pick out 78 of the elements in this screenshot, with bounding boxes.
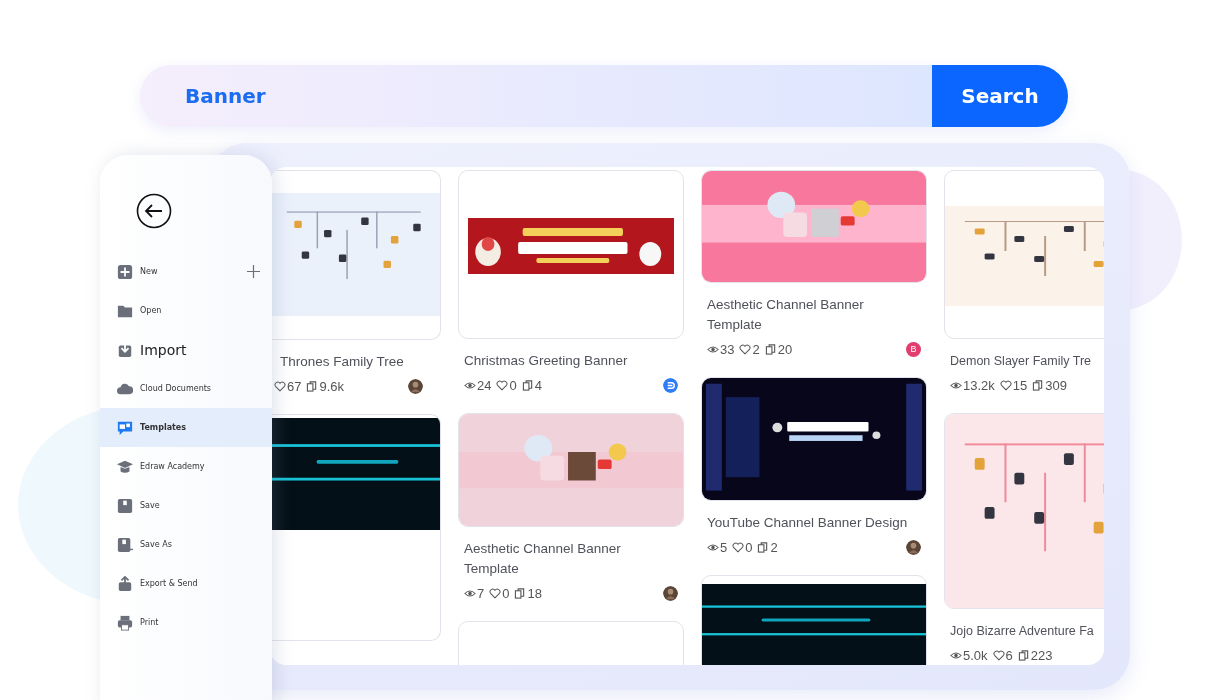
stat-count: 20: [777, 341, 793, 357]
sidebar-item[interactable]: Open: [100, 291, 272, 330]
copy-icon: [1032, 379, 1045, 391]
stat-count: 2: [770, 539, 778, 555]
template-title[interactable]: YouTube Channel Banner Design: [701, 513, 927, 533]
eye-icon: [950, 379, 962, 391]
sidebar-item[interactable]: Save As: [100, 525, 272, 564]
template-title[interactable]: Thrones Family Tree: [272, 352, 441, 372]
stat-count: 223: [1030, 647, 1053, 663]
printer-icon: [117, 614, 133, 631]
eye-icon: [464, 587, 476, 599]
template-thumbnail[interactable]: [458, 621, 684, 665]
sidebar-item[interactable]: Print: [100, 603, 272, 642]
stat-count: 67: [287, 378, 302, 394]
heart-icon: [992, 649, 1005, 661]
heart-icon: [739, 343, 752, 355]
heart-icon: [489, 587, 502, 599]
sidebar-item[interactable]: Templates: [100, 408, 272, 447]
copy-icon: [757, 541, 770, 553]
template-title[interactable]: Aesthetic Channel Banner Template: [458, 539, 684, 579]
stat-count: 33: [720, 341, 735, 357]
copy-icon: [306, 380, 319, 392]
stat-count: 15: [1012, 377, 1028, 393]
save-as-icon: [117, 536, 133, 553]
sidebar-item[interactable]: Export & Send: [100, 564, 272, 603]
template-title[interactable]: Jojo Bizarre Adventure Fa: [944, 621, 1104, 641]
copy-icon: [1017, 649, 1030, 661]
heart-icon: [496, 379, 509, 391]
add-icon[interactable]: [247, 265, 260, 278]
avatar: [408, 378, 423, 394]
search-button[interactable]: Search: [932, 65, 1068, 127]
stat-count: 0: [745, 539, 753, 555]
avatar: [663, 585, 678, 601]
template-title[interactable]: Christmas Greeting Banner: [458, 351, 684, 371]
stat-count: 5: [720, 539, 728, 555]
template-thumbnail[interactable]: [272, 170, 441, 340]
stat-count: 9.6k: [319, 378, 345, 394]
author-logo-icon: [663, 377, 678, 393]
sidebar-item[interactable]: Edraw Academy: [100, 447, 272, 486]
templates-icon: [117, 419, 133, 436]
stat-count: 0: [502, 585, 510, 601]
eye-icon: [950, 649, 962, 661]
copy-icon: [514, 587, 527, 599]
heart-icon: [732, 541, 745, 553]
template-thumbnail[interactable]: [272, 414, 441, 641]
heart-icon: [274, 380, 286, 392]
heart-icon: [999, 379, 1012, 391]
template-thumbnail[interactable]: [944, 170, 1104, 339]
stat-count: 7: [477, 585, 485, 601]
sidebar-item[interactable]: Cloud Documents: [100, 369, 272, 408]
new-file-icon: [117, 263, 133, 280]
stat-count: 18: [527, 585, 542, 601]
back-icon[interactable]: [136, 193, 172, 229]
save-icon: [117, 497, 133, 514]
stat-count: 24: [477, 377, 492, 393]
eye-icon: [707, 343, 719, 355]
sidebar-item[interactable]: Save: [100, 486, 272, 525]
search-field[interactable]: Banner: [140, 65, 932, 127]
template-title[interactable]: Demon Slayer Family Tre: [944, 351, 1104, 371]
avatar: [906, 539, 921, 555]
stat-count: 309: [1045, 377, 1067, 393]
stat-count: 0: [509, 377, 517, 393]
sidebar-item[interactable]: Import: [100, 330, 272, 369]
copy-icon: [521, 379, 534, 391]
export-icon: [117, 575, 133, 592]
avatar: B: [906, 341, 921, 357]
template-thumbnail[interactable]: [458, 170, 684, 339]
stat-count: 2: [752, 341, 760, 357]
stat-count: 4: [534, 377, 542, 393]
copy-icon: [764, 343, 777, 355]
stat-count: 5.0k: [963, 647, 988, 663]
sidebar-item[interactable]: New: [100, 252, 272, 291]
stat-count: 6: [1005, 647, 1013, 663]
eye-icon: [464, 379, 476, 391]
template-title[interactable]: Aesthetic Channel Banner Template: [701, 295, 927, 335]
stat-count: 13.2k: [963, 377, 995, 393]
eye-icon: [707, 541, 719, 553]
graduation-cap-icon: [117, 458, 133, 475]
